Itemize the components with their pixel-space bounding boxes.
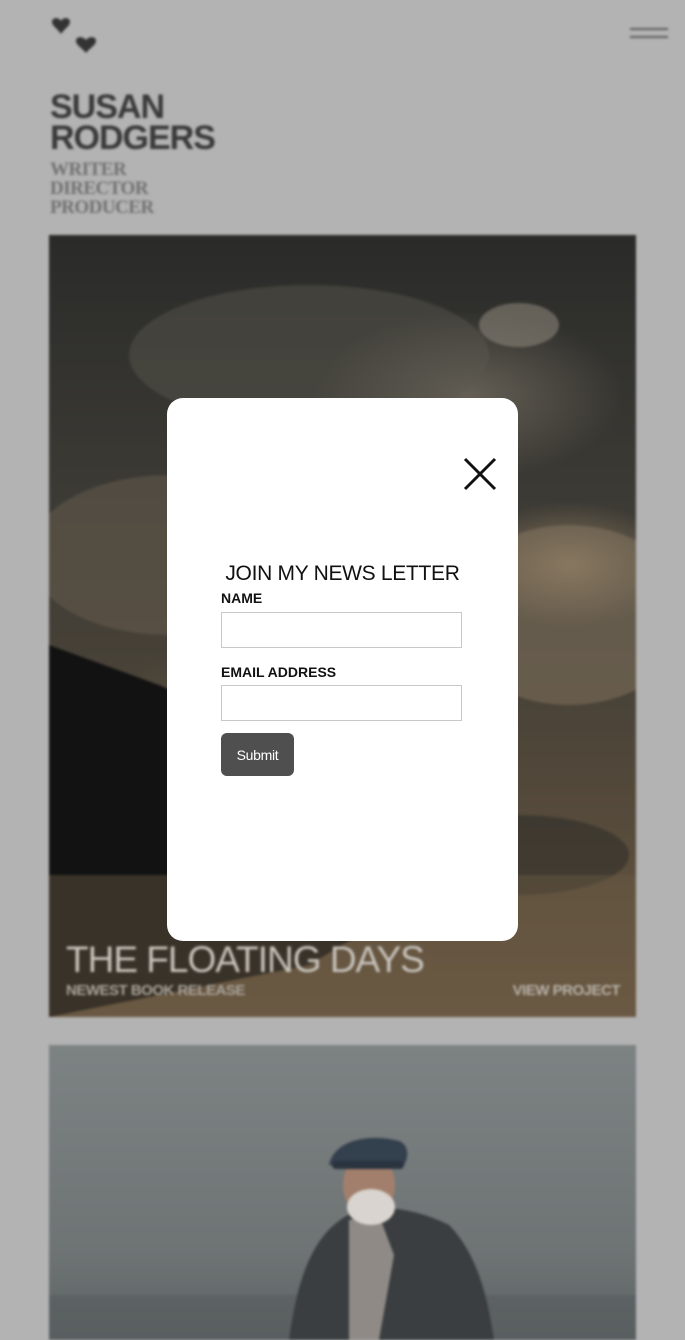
logo-icon[interactable] bbox=[50, 16, 102, 56]
newsletter-modal: JOIN MY NEWS LETTER NAME EMAIL ADDRESS S… bbox=[167, 398, 518, 941]
roles-list: WRITER DIRECTOR PRODUCER bbox=[50, 160, 154, 217]
close-icon-glyph bbox=[463, 457, 497, 491]
heart-pair-logo-icon bbox=[52, 18, 96, 53]
menu-line bbox=[630, 36, 668, 38]
submit-button[interactable]: Submit bbox=[221, 733, 294, 776]
role-director: DIRECTOR bbox=[50, 178, 149, 199]
email-input[interactable] bbox=[221, 685, 462, 721]
name-field-label: NAME bbox=[221, 590, 263, 606]
author-name: SUSAN RODGERS bbox=[50, 90, 216, 157]
name-input[interactable] bbox=[221, 612, 462, 648]
email-field-label: EMAIL ADDRESS bbox=[221, 664, 337, 680]
menu-line bbox=[630, 28, 668, 30]
newsletter-title: JOIN MY NEWS LETTER bbox=[225, 562, 460, 585]
close-icon[interactable] bbox=[462, 456, 498, 492]
role-producer: PRODUCER bbox=[50, 197, 154, 218]
role-writer: WRITER bbox=[50, 159, 127, 180]
hamburger-menu-icon[interactable] bbox=[630, 28, 668, 44]
view-project-link[interactable]: VIEW PROJECT bbox=[513, 982, 621, 999]
project-subtitle: NEWEST BOOK RELEASE bbox=[66, 982, 245, 999]
old-man-photo bbox=[49, 1137, 636, 1340]
project-title: THE FLOATING DAYS bbox=[66, 939, 425, 980]
author-name-line2: RODGERS bbox=[50, 119, 216, 157]
project-card-second[interactable] bbox=[49, 1045, 636, 1340]
